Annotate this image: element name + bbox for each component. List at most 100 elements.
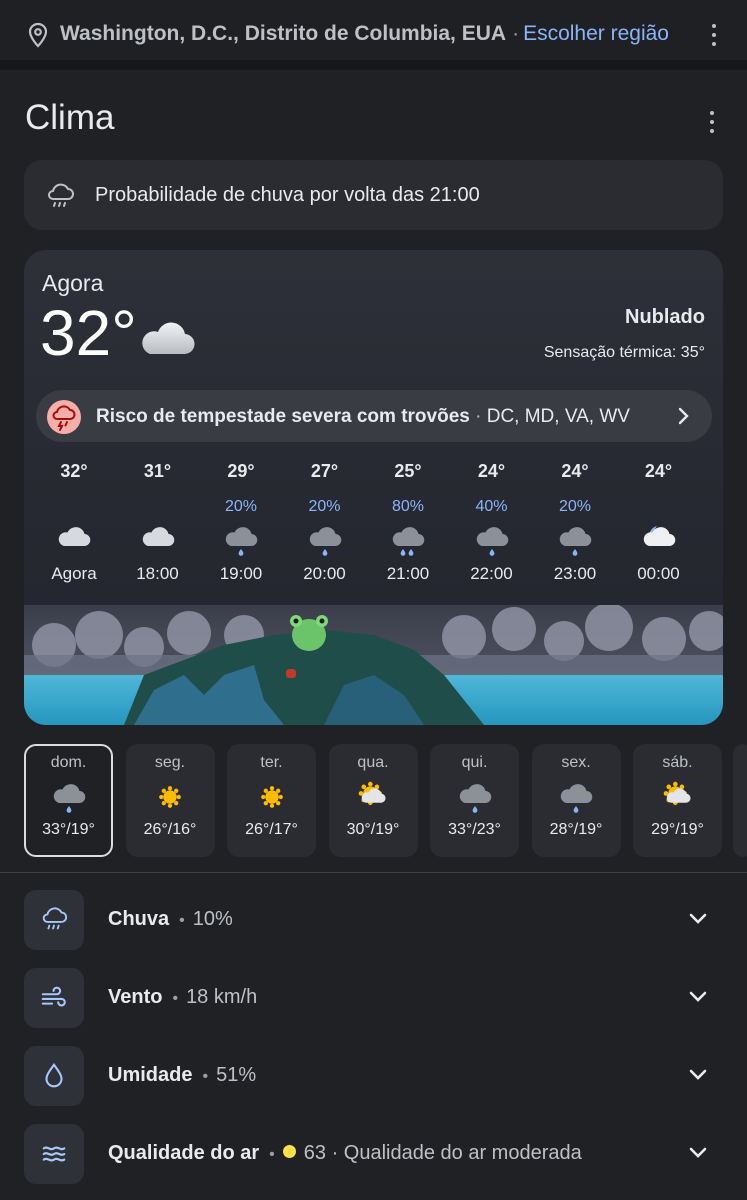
hourly-item: 24° 20% 23:00	[535, 455, 615, 584]
air-quality-label: Qualidade do ar	[108, 1142, 260, 1164]
daily-card-2[interactable]: ter. 26°/17°	[227, 744, 316, 857]
hourly-time: 21:00	[386, 564, 430, 583]
daily-day: ter.	[260, 754, 283, 771]
wind-icon	[41, 986, 66, 1007]
daily-temps: 30°/19°	[346, 821, 400, 838]
daily-temps: 29°/19°	[651, 821, 704, 838]
weather-menu-icon[interactable]	[708, 111, 716, 133]
choose-region-link[interactable]: Escolher região	[523, 22, 669, 45]
location-bar: Washington, D.C., Distrito de Columbia, …	[0, 0, 747, 60]
wind-icon-box	[24, 968, 84, 1028]
hourly-temp: 24°	[644, 461, 673, 481]
hourly-temp: 25°	[394, 461, 422, 481]
feels-like-text: Sensação térmica: 35°	[543, 344, 705, 361]
storm-title: Risco de tempestade severa com trovões	[96, 406, 470, 427]
rain-value: 10%	[192, 908, 233, 930]
rain-light-icon	[535, 520, 615, 560]
rain-row[interactable]: Chuva • 10%	[24, 890, 724, 950]
location-pin-icon	[28, 22, 48, 48]
cloud-icon	[118, 520, 198, 560]
daily-temps: 26°/17°	[245, 821, 298, 838]
storm-warning-text: Risco de tempestade severa com trovões ·…	[96, 406, 630, 427]
daily-temps: 28°/19°	[549, 821, 603, 838]
divider	[0, 872, 747, 873]
rain-icon-box	[24, 890, 84, 950]
hourly-time: 23:00	[553, 564, 597, 583]
hourly-precip	[34, 498, 114, 520]
cloud-icon	[34, 520, 114, 560]
hourly-temp: 31°	[143, 461, 172, 481]
hourly-time: Agora	[51, 564, 97, 583]
rain-light-icon	[452, 520, 532, 560]
daily-card-5[interactable]: sex. 28°/19°	[531, 744, 621, 857]
rain-light-icon	[201, 520, 281, 560]
rain-alert-text: Probabilidade de chuva por volta das 21:…	[95, 184, 480, 206]
hourly-precip	[118, 498, 198, 520]
rain-light-icon	[532, 776, 621, 818]
daily-day: sáb.	[662, 754, 693, 771]
hourly-precip: 80%	[391, 498, 425, 515]
humidity-row[interactable]: Umidade • 51%	[24, 1046, 724, 1106]
hourly-temp: 32°	[60, 461, 88, 481]
daily-day: qua.	[357, 754, 389, 771]
rain-cloud-icon	[42, 907, 68, 930]
rain-heavy-icon	[368, 520, 448, 560]
rain-light-icon	[285, 520, 365, 560]
water-drop-icon	[45, 1062, 63, 1088]
chevron-down-icon	[689, 1069, 707, 1080]
hourly-precip	[619, 498, 699, 520]
sun-icon	[227, 776, 316, 818]
chevron-down-icon	[689, 913, 707, 924]
daily-temps: 33°/23°	[448, 821, 501, 838]
sun-cloud-icon	[329, 776, 418, 818]
daily-day: sex.	[561, 754, 591, 771]
daily-card-overflow	[733, 744, 747, 857]
air-quality-indicator-dot	[282, 1145, 296, 1158]
hourly-time: 19:00	[219, 564, 263, 583]
daily-card-6[interactable]: sáb. 29°/19°	[633, 744, 722, 857]
hourly-item: 27° 20% 20:00	[285, 455, 365, 584]
current-weather-card: Agora 32° Nublado Sensação térmica: 35° …	[24, 250, 723, 725]
hourly-precip: 20%	[558, 498, 592, 515]
condition-text: Nublado	[625, 306, 705, 328]
daily-temps: 33°/19°	[42, 821, 95, 838]
hourly-forecast[interactable]: 32° Agora 31° 18:00 29° 20% 19:00 27° 20% 20:00 25…	[24, 455, 723, 605]
chevron-down-icon	[689, 1147, 707, 1158]
storm-regions: DC, MD, VA, WV	[486, 406, 630, 427]
cloud-icon	[142, 322, 195, 355]
hourly-precip: 40%	[475, 498, 508, 515]
location-name: Washington, D.C., Distrito de Columbia, …	[60, 22, 507, 45]
humidity-value: 51%	[216, 1064, 257, 1086]
hourly-item: 31° 18:00	[118, 455, 198, 584]
hourly-temp: 24°	[477, 461, 506, 481]
location-menu-icon[interactable]	[710, 24, 718, 46]
hourly-precip: 20%	[224, 498, 258, 515]
daily-card-4[interactable]: qui. 33°/23°	[430, 744, 519, 857]
divider	[0, 60, 747, 70]
wind-row[interactable]: Vento • 18 km/h	[24, 968, 724, 1028]
hourly-item: 32° Agora	[34, 455, 114, 584]
daily-card-1[interactable]: seg. 26°/16°	[125, 744, 215, 857]
storm-warning-icon	[47, 400, 81, 434]
rain-alert[interactable]: Probabilidade de chuva por volta das 21:…	[24, 160, 723, 230]
page-title: Clima	[25, 98, 115, 137]
humidity-label: Umidade	[108, 1064, 193, 1086]
daily-card-0[interactable]: dom. 33°/19°	[24, 744, 113, 857]
daily-temps: 26°/16°	[143, 821, 197, 838]
hourly-temp: 27°	[310, 461, 339, 481]
hourly-time: 20:00	[303, 564, 346, 583]
air-quality-row[interactable]: Qualidade do ar • 63 · Qualidade do ar mod…	[24, 1124, 724, 1184]
storm-warning[interactable]: Risco de tempestade severa com trovões ·…	[36, 390, 712, 442]
rain-label: Chuva	[108, 908, 170, 930]
daily-card-3[interactable]: qua. 30°/19°	[328, 744, 418, 857]
current-temperature: 32°	[40, 297, 137, 369]
rain-cloud-icon	[48, 183, 74, 207]
hourly-item: 24° 00:00	[619, 455, 699, 584]
hourly-temp: 29°	[227, 461, 255, 481]
chevron-down-icon	[689, 991, 707, 1002]
wind-label: Vento	[108, 986, 163, 1008]
location-text: Washington, D.C., Distrito de Columbia, …	[60, 22, 669, 45]
daily-day: dom.	[50, 754, 87, 771]
hourly-precip: 20%	[308, 498, 341, 515]
daily-day: seg.	[154, 754, 186, 771]
